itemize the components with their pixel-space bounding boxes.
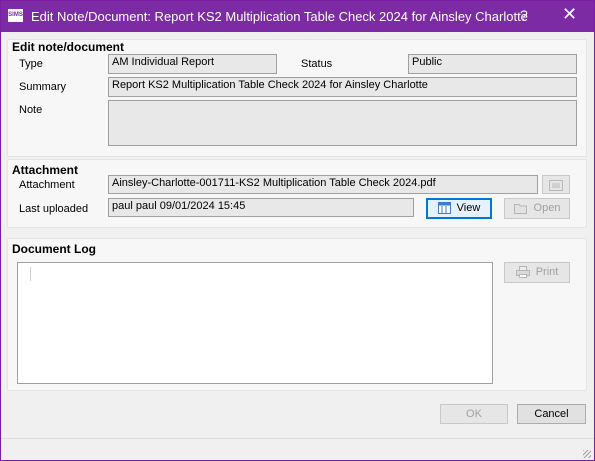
attachment-label: Attachment bbox=[19, 179, 75, 191]
printer-icon bbox=[515, 266, 530, 279]
folder-open-icon bbox=[513, 203, 527, 214]
print-button-label: Print bbox=[535, 266, 559, 278]
close-button[interactable]: ✕ bbox=[562, 4, 577, 25]
last-uploaded-field[interactable]: paul paul 09/01/2024 15:45 bbox=[108, 198, 414, 217]
sims-app-icon: SIMS bbox=[8, 9, 23, 22]
last-uploaded-label: Last uploaded bbox=[19, 203, 89, 215]
text-caret bbox=[30, 267, 31, 281]
document-log-heading: Document Log bbox=[12, 242, 96, 256]
ok-button[interactable]: OK bbox=[440, 404, 508, 424]
status-bar bbox=[1, 438, 594, 461]
browse-attachment-button[interactable] bbox=[542, 175, 570, 194]
status-label: Status bbox=[301, 58, 333, 70]
note-field[interactable] bbox=[108, 100, 577, 146]
summary-label: Summary bbox=[19, 81, 67, 93]
open-button[interactable]: Open bbox=[504, 198, 570, 219]
view-button[interactable]: View bbox=[426, 198, 492, 219]
dialog-client-area: Edit note/document Type AM Individual Re… bbox=[1, 32, 594, 460]
title-bar[interactable]: SIMS Edit Note/Document: Report KS2 Mult… bbox=[1, 1, 594, 32]
note-label: Note bbox=[19, 104, 43, 116]
attachment-heading: Attachment bbox=[12, 163, 79, 177]
view-button-label: View bbox=[456, 202, 481, 214]
status-field[interactable]: Public bbox=[408, 54, 577, 74]
document-log-list[interactable] bbox=[17, 262, 493, 384]
browse-icon bbox=[549, 180, 563, 191]
open-button-label: Open bbox=[533, 202, 561, 214]
type-label: Type bbox=[19, 58, 43, 70]
resize-grip[interactable] bbox=[583, 450, 591, 458]
summary-field[interactable]: Report KS2 Multiplication Table Check 20… bbox=[108, 77, 577, 97]
cancel-button[interactable]: Cancel bbox=[517, 404, 586, 424]
help-button[interactable]: ? bbox=[520, 7, 528, 23]
print-button[interactable]: Print bbox=[504, 262, 570, 283]
window-title: Edit Note/Document: Report KS2 Multiplic… bbox=[31, 9, 528, 24]
document-view-icon bbox=[437, 202, 451, 215]
edit-note-heading: Edit note/document bbox=[12, 40, 124, 54]
type-field[interactable]: AM Individual Report bbox=[108, 54, 277, 74]
attachment-field[interactable]: Ainsley-Charlotte-001711-KS2 Multiplicat… bbox=[108, 175, 538, 194]
edit-note-document-dialog: SIMS Edit Note/Document: Report KS2 Mult… bbox=[0, 0, 595, 461]
